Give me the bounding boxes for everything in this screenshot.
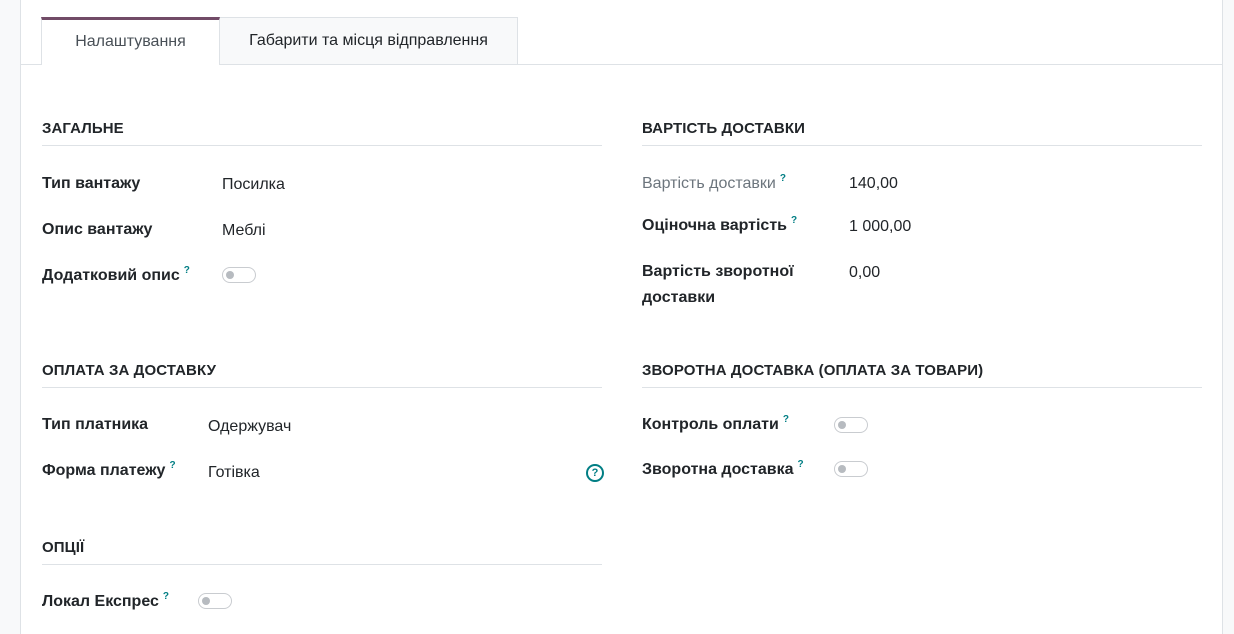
- toggle-knob: [838, 421, 846, 429]
- payment-control-toggle[interactable]: [834, 417, 868, 433]
- cargo-type-label: Тип вантажу: [42, 175, 141, 192]
- estimated-cost-label: Оціночна вартість?: [642, 213, 797, 241]
- return-delivery-toggle[interactable]: [834, 461, 868, 477]
- delivery-cost-label: Вартість доставки?: [642, 171, 786, 199]
- return-cost-label-line1: Вартість зворотної: [642, 263, 794, 280]
- payer-type-field[interactable]: Одержувач: [208, 414, 291, 440]
- help-tooltip-icon[interactable]: ?: [169, 460, 175, 471]
- return-delivery-label: Зворотна доставка?: [642, 457, 804, 485]
- section-delivery-cost-title: ВАРТІСТЬ ДОСТАВКИ: [642, 120, 1202, 146]
- return-cost-label: Вартість зворотної доставки: [642, 259, 794, 311]
- return-cost-label-line2: доставки: [642, 289, 716, 306]
- local-express-label: Локал Експрес?: [42, 589, 169, 617]
- section-return-delivery-title: ЗВОРОТНА ДОСТАВКА (ОПЛАТА ЗА ТОВАРИ): [642, 362, 1202, 388]
- cargo-description-field[interactable]: Меблі: [222, 218, 266, 244]
- payment-form-label-text: Форма платежу: [42, 462, 166, 479]
- section-payment-title: ОПЛАТА ЗА ДОСТАВКУ: [42, 362, 602, 388]
- tab-settings[interactable]: Налаштування: [41, 17, 220, 65]
- question-circle-icon[interactable]: ?: [586, 464, 604, 482]
- return-delivery-label-text: Зворотна доставка: [642, 461, 794, 478]
- delivery-cost-value: 140,00: [849, 175, 898, 192]
- help-tooltip-icon[interactable]: ?: [184, 265, 190, 276]
- delivery-cost-label-text: Вартість доставки: [642, 175, 776, 192]
- estimated-cost-field[interactable]: 1 000,00: [849, 214, 911, 240]
- help-tooltip-icon[interactable]: ?: [163, 591, 169, 602]
- help-tooltip-icon[interactable]: ?: [791, 215, 797, 226]
- help-tooltip-icon[interactable]: ?: [780, 173, 786, 184]
- section-options-title: ОПЦІЇ: [42, 539, 602, 565]
- extra-description-toggle[interactable]: [222, 267, 256, 283]
- extra-description-label: Додатковий опис?: [42, 263, 190, 291]
- payment-control-label: Контроль оплати?: [642, 412, 789, 440]
- toggle-knob: [838, 465, 846, 473]
- form-sheet: Налаштування Габарити та місця відправле…: [20, 0, 1223, 634]
- cargo-description-label: Опис вантажу: [42, 221, 153, 238]
- toggle-knob: [226, 271, 234, 279]
- estimated-cost-label-text: Оціночна вартість: [642, 217, 787, 234]
- tab-dimensions-places[interactable]: Габарити та місця відправлення: [220, 17, 518, 65]
- help-tooltip-icon[interactable]: ?: [783, 414, 789, 425]
- cargo-type-field[interactable]: Посилка: [222, 172, 285, 198]
- return-cost-field[interactable]: 0,00: [849, 260, 880, 286]
- local-express-label-text: Локал Експрес: [42, 593, 159, 610]
- extra-description-label-text: Додатковий опис: [42, 267, 180, 284]
- local-express-toggle[interactable]: [198, 593, 232, 609]
- payment-control-label-text: Контроль оплати: [642, 416, 779, 433]
- payment-form-label: Форма платежу?: [42, 458, 176, 486]
- section-general-title: ЗАГАЛЬНЕ: [42, 120, 602, 146]
- help-tooltip-icon[interactable]: ?: [798, 459, 804, 470]
- payer-type-label: Тип платника: [42, 416, 149, 433]
- tab-bar: Налаштування Габарити та місця відправле…: [21, 0, 1222, 65]
- payment-form-field[interactable]: Готівка: [208, 460, 260, 486]
- toggle-knob: [202, 597, 210, 605]
